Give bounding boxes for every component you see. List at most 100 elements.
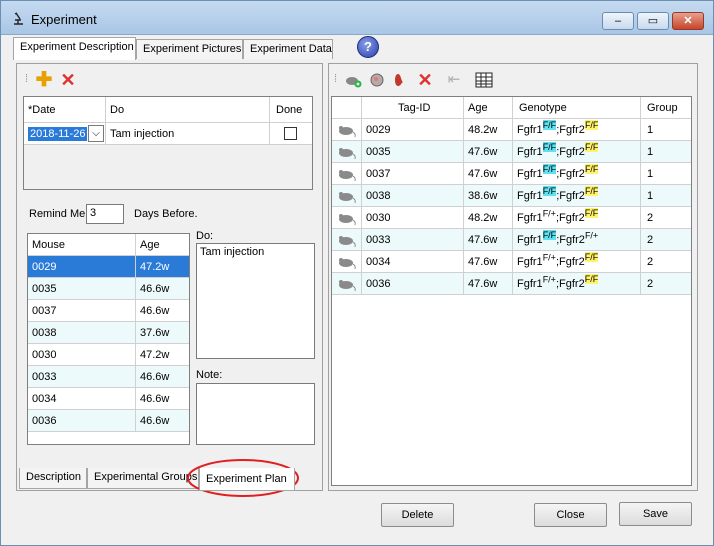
header-genotype: Genotype [513, 97, 641, 119]
group-cell[interactable]: 2 [641, 229, 691, 251]
mouse-row-age[interactable]: 46.6w [136, 278, 189, 300]
remind-suffix: Days Before. [134, 208, 198, 220]
age-cell[interactable]: 48.2w [464, 207, 513, 229]
genotype-cell[interactable]: Fgfr1F/F;Fgfr2F/+ [513, 229, 641, 251]
todo-date-cell[interactable]: 2018-11-26 ⌵ [24, 123, 106, 145]
tab-description[interactable]: Description [19, 468, 87, 489]
tag-id-cell[interactable]: 0030 [362, 207, 464, 229]
table-row[interactable] [332, 163, 362, 185]
age-cell[interactable]: 38.6w [464, 185, 513, 207]
mouse-icon [339, 126, 356, 138]
tab-experimental-groups[interactable]: Experimental Groups [87, 468, 199, 489]
group-cell[interactable]: 2 [641, 207, 691, 229]
close-button[interactable]: Close [534, 503, 607, 527]
tag-id-cell[interactable]: 0033 [362, 229, 464, 251]
tag-id-cell[interactable]: 0038 [362, 185, 464, 207]
mouse-row-age[interactable]: 47.2w [136, 344, 189, 366]
tag-id-cell[interactable]: 0034 [362, 251, 464, 273]
chevron-down-icon[interactable]: ⌵ [88, 125, 104, 142]
tissue-icon[interactable] [368, 71, 386, 89]
table-icon[interactable] [475, 71, 493, 89]
age-cell[interactable]: 47.6w [464, 141, 513, 163]
x-icon[interactable]: ✕ [416, 71, 434, 89]
save-button[interactable]: Save [619, 502, 692, 526]
group-cell[interactable]: 1 [641, 163, 691, 185]
mouse-row-age[interactable]: 46.6w [136, 366, 189, 388]
mouse-icon [339, 170, 356, 182]
mouse-icon [339, 280, 356, 292]
genotype-cell[interactable]: Fgfr1F/F;Fgfr2F/F [513, 119, 641, 141]
genotype-cell[interactable]: Fgfr1F/F;Fgfr2F/F [513, 185, 641, 207]
mouse-row-id[interactable]: 0037 [28, 300, 136, 322]
mouse-row-age[interactable]: 37.6w [136, 322, 189, 344]
close-window-button[interactable]: ✕ [672, 12, 704, 30]
help-icon[interactable]: ? [357, 36, 379, 58]
header-age: Age [464, 97, 513, 119]
plus-icon[interactable]: ✚ [35, 70, 53, 90]
genotype-cell[interactable]: Fgfr1F/F;Fgfr2F/F [513, 163, 641, 185]
genotype-cell[interactable]: Fgfr1F/F;Fgfr2F/F [513, 141, 641, 163]
remind-days-input[interactable]: 3 [86, 204, 124, 224]
tag-id-cell[interactable]: 0037 [362, 163, 464, 185]
table-row[interactable] [332, 273, 362, 295]
table-row[interactable] [332, 251, 362, 273]
mouse-row-id[interactable]: 0035 [28, 278, 136, 300]
mouse-row-age[interactable]: 46.6w [136, 410, 189, 432]
group-cell[interactable]: 1 [641, 185, 691, 207]
title-bar: Experiment – ▭ ✕ [1, 1, 713, 35]
mice-grid: Tag-ID Age Genotype Group 0029 48.2w Fgfr1… [331, 96, 692, 486]
genotype-cell[interactable]: Fgfr1F/+;Fgfr2F/F [513, 251, 641, 273]
group-cell[interactable]: 1 [641, 119, 691, 141]
minimize-button[interactable]: – [602, 12, 634, 30]
age-cell[interactable]: 47.6w [464, 251, 513, 273]
todo-do-cell[interactable]: Tam injection [106, 123, 270, 145]
note-textarea[interactable] [196, 383, 315, 445]
age-cell[interactable]: 47.6w [464, 163, 513, 185]
mouse-row-id[interactable]: 0034 [28, 388, 136, 410]
todo-grid: *Date Do Done 2018-11-26 ⌵ Tam injection [23, 96, 313, 190]
todo-done-cell[interactable] [270, 123, 312, 145]
tag-id-cell[interactable]: 0036 [362, 273, 464, 295]
age-cell[interactable]: 48.2w [464, 119, 513, 141]
microscope-icon [14, 12, 23, 25]
experiment-window: Experiment – ▭ ✕ Experiment Description … [0, 0, 714, 546]
mouse-row-age[interactable]: 46.6w [136, 300, 189, 322]
mouse-row-id[interactable]: 0038 [28, 322, 136, 344]
do-label: Do: [196, 230, 214, 242]
table-row[interactable] [332, 229, 362, 251]
tag-id-cell[interactable]: 0035 [362, 141, 464, 163]
maximize-button[interactable]: ▭ [637, 12, 669, 30]
mouse-row-id[interactable]: 0029 [28, 256, 136, 278]
tab-experiment-description[interactable]: Experiment Description [13, 37, 136, 60]
do-textarea[interactable]: Tam injection [196, 243, 315, 359]
group-cell[interactable]: 2 [641, 251, 691, 273]
note-label: Note: [196, 369, 223, 381]
age-cell[interactable]: 47.6w [464, 273, 513, 295]
mouse-row-age[interactable]: 46.6w [136, 388, 189, 410]
tab-experiment-data[interactable]: Experiment Data [243, 39, 333, 59]
mouse-row-id[interactable]: 0036 [28, 410, 136, 432]
table-row[interactable] [332, 207, 362, 229]
tag-id-cell[interactable]: 0029 [362, 119, 464, 141]
group-cell[interactable]: 2 [641, 273, 691, 295]
genotype-cell[interactable]: Fgfr1F/+;Fgfr2F/F [513, 273, 641, 295]
age-cell[interactable]: 47.6w [464, 229, 513, 251]
table-row[interactable] [332, 141, 362, 163]
done-checkbox[interactable] [284, 127, 297, 140]
group-cell[interactable]: 1 [641, 141, 691, 163]
tab-experiment-plan[interactable]: Experiment Plan [199, 468, 295, 491]
x-icon[interactable]: ✕ [59, 71, 77, 89]
mouse-row-id[interactable]: 0030 [28, 344, 136, 366]
mouse-icon [339, 258, 356, 270]
delete-button[interactable]: Delete [381, 503, 454, 527]
table-row[interactable] [332, 119, 362, 141]
mouse-row-id[interactable]: 0033 [28, 366, 136, 388]
table-row[interactable] [332, 185, 362, 207]
kidney-icon[interactable] [392, 71, 410, 89]
tab-experiment-pictures[interactable]: Experiment Pictures [136, 39, 243, 59]
toolbar-grip: ⁞ [25, 73, 29, 85]
add-mouse-icon[interactable] [344, 71, 362, 89]
mouse-row-age[interactable]: 47.2w [136, 256, 189, 278]
genotype-cell[interactable]: Fgfr1F/+;Fgfr2F/F [513, 207, 641, 229]
header-group: Group [641, 97, 691, 119]
